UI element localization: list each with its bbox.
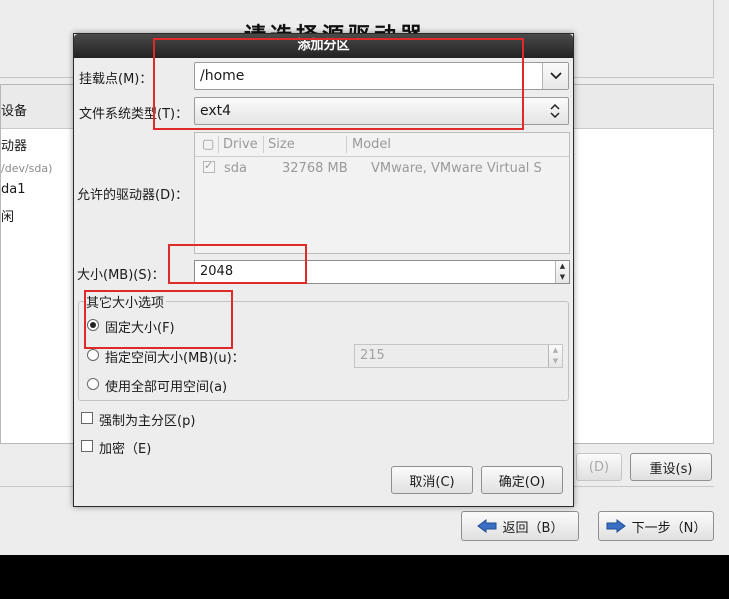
back-button[interactable]: 返回（B） [461,511,579,541]
tree-row[interactable]: da1 [1,182,26,197]
drive-checkbox[interactable] [203,159,215,173]
up-to-size-label[interactable]: 指定空间大小(MB)(u)： [105,347,245,366]
drive-row[interactable]: sda 32768 MB VMware, VMware Virtual S [195,159,569,181]
fill-all-label[interactable]: 使用全部可用空间(a) [105,376,227,395]
drive-model: VMware, VMware Virtual S [371,161,542,176]
reset-button[interactable]: 重设(s) [630,453,712,481]
back-button-label: 返回（B） [502,520,564,536]
tree-row[interactable]: 闲 [1,206,14,225]
fill-all-radio[interactable] [87,378,99,390]
next-button-label: 下一步（N） [631,520,707,536]
up-to-size-spinbox[interactable]: 215 ▲ ▼ [354,344,563,368]
tree-row[interactable]: /dev/sda) [1,162,52,175]
size-label: 大小(MB)(S)： [77,268,165,283]
arrow-right-icon [606,519,626,533]
col-model: Model [352,137,392,152]
ok-button[interactable]: 确定(O) [481,466,563,494]
force-primary-checkbox[interactable] [81,412,93,424]
drive-name: sda [224,161,247,176]
updown-icon [542,98,568,124]
next-button[interactable]: 下一步（N） [598,511,714,541]
delete-button[interactable]: (D) [576,453,622,481]
allowed-drives-label: 允许的驱动器(D)： [77,188,189,203]
col-size: Size [268,137,295,152]
drive-size: 32768 MB [282,161,348,176]
spin-arrows-icon[interactable]: ▲ ▼ [548,345,562,367]
mount-point-label: 挂载点(M)： [79,72,153,87]
drive-list-header: ▢ Drive Size Model [195,133,569,157]
tree-row[interactable]: 动器 [1,135,27,154]
cancel-button[interactable]: 取消(C) [391,466,473,494]
annotation-box-fixed-size [84,290,233,349]
up-to-size-value: 215 [360,348,385,363]
annotation-box-mount-fs [153,38,524,130]
header-checkbox-icon: ▢ [202,137,215,152]
up-to-size-radio[interactable] [87,349,99,361]
spin-arrows-icon[interactable]: ▲ ▼ [555,261,569,283]
force-primary-label[interactable]: 强制为主分区(p) [99,410,195,429]
allowed-drives-list[interactable]: ▢ Drive Size Model sda 32768 MB VMware, … [194,132,570,254]
chevron-down-icon[interactable] [542,63,568,89]
annotation-box-size [168,244,307,284]
encrypt-label[interactable]: 加密（E) [99,438,151,457]
col-drive: Drive [223,137,258,152]
arrow-left-icon [476,519,497,533]
encrypt-checkbox[interactable] [81,440,93,452]
tree-header-label: 设备 [1,104,28,119]
